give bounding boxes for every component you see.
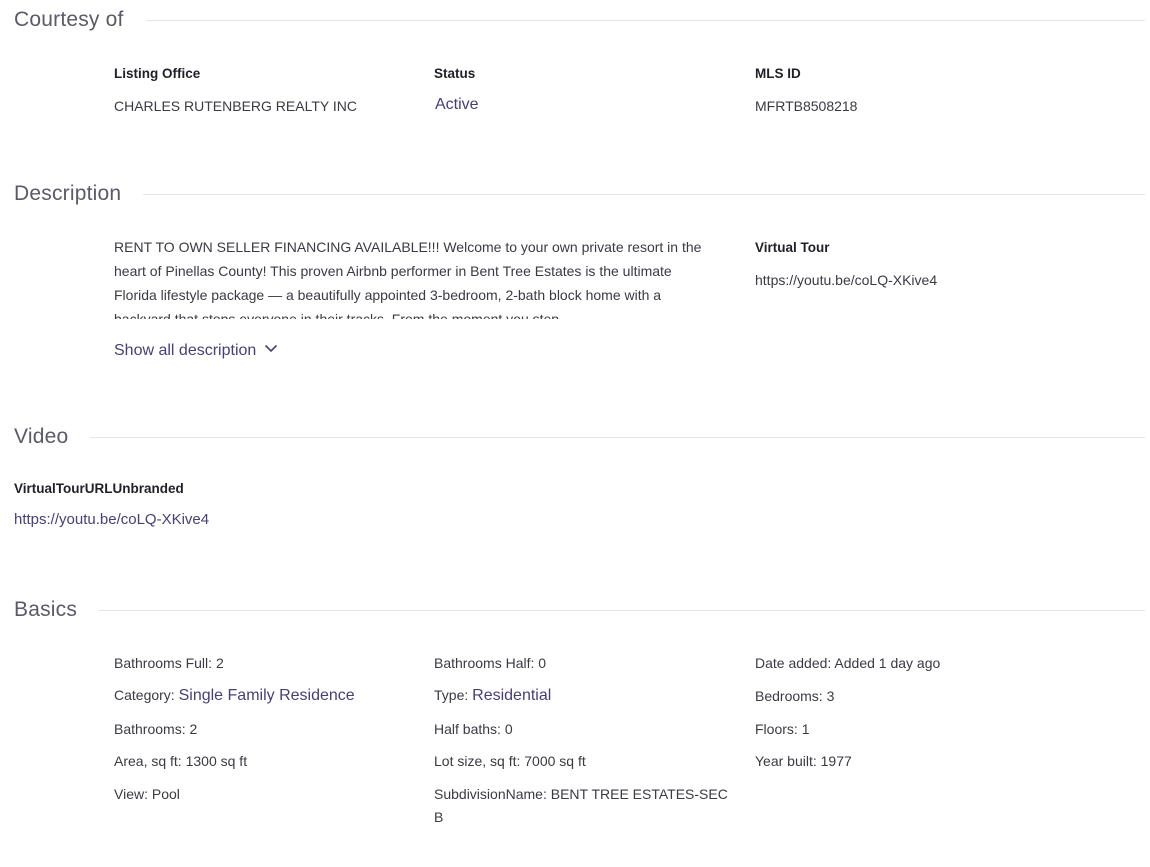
basics-item-bathrooms-half: Bathrooms Half: 0	[434, 655, 547, 671]
show-all-description-label: Show all description	[114, 341, 257, 359]
courtesy-title: Courtesy of	[14, 8, 124, 31]
status-value: Active	[435, 96, 479, 113]
basics-item-floors: Floors: 1	[755, 721, 810, 737]
mls-id-value: MFRTB8508218	[755, 98, 858, 114]
basics-item-bathrooms: Bathrooms: 2	[114, 721, 198, 737]
listing-office-value: CHARLES RUTENBERG REALTY INC	[114, 98, 357, 114]
section-divider	[90, 436, 1145, 438]
description-text: RENT TO OWN SELLER FINANCING AVAILABLE!!…	[114, 239, 702, 319]
section-divider	[145, 19, 1145, 21]
video-title: Video	[14, 425, 69, 448]
virtual-tour-label: Virtual Tour	[755, 240, 830, 255]
video-link[interactable]: https://youtu.be/coLQ-XKive4	[14, 511, 209, 528]
section-divider	[99, 609, 1145, 611]
basics-item-category: Category: Single Family Residence	[114, 687, 355, 704]
description-section-header: Description	[14, 182, 1145, 206]
basics-title: Basics	[14, 598, 78, 621]
basics-item-type: Type: Residential	[434, 687, 552, 704]
basics-item-lot-size: Lot size, sq ft: 7000 sq ft	[434, 753, 586, 769]
basics-item-bathrooms-full: Bathrooms Full: 2	[114, 655, 224, 671]
virtual-tour-url-label: VirtualTourURLUnbranded	[14, 481, 184, 496]
mls-id-label: MLS ID	[755, 66, 801, 81]
status-label: Status	[434, 66, 476, 81]
basics-item-view: View: Pool	[114, 786, 180, 802]
basics-item-area: Area, sq ft: 1300 sq ft	[114, 753, 248, 769]
basics-item-year-built: Year built: 1977	[755, 753, 852, 769]
basics-section-header: Basics	[14, 598, 1145, 622]
section-divider	[143, 193, 1145, 195]
basics-item-bedrooms: Bedrooms: 3	[755, 688, 835, 704]
chevron-down-icon	[264, 341, 278, 360]
description-title: Description	[14, 182, 122, 205]
virtual-tour-value: https://youtu.be/coLQ-XKive4	[755, 272, 938, 288]
basics-item-date-added: Date added: Added 1 day ago	[755, 655, 941, 671]
listing-office-label: Listing Office	[114, 66, 201, 81]
basics-item-half-baths: Half baths: 0	[434, 721, 513, 737]
show-all-description-button[interactable]: Show all description	[114, 341, 278, 360]
courtesy-section-header: Courtesy of	[14, 8, 1145, 32]
video-section-header: Video	[14, 425, 1145, 449]
basics-item-subdivision: SubdivisionName: BENT TREE ESTATES-SEC B	[434, 786, 728, 825]
